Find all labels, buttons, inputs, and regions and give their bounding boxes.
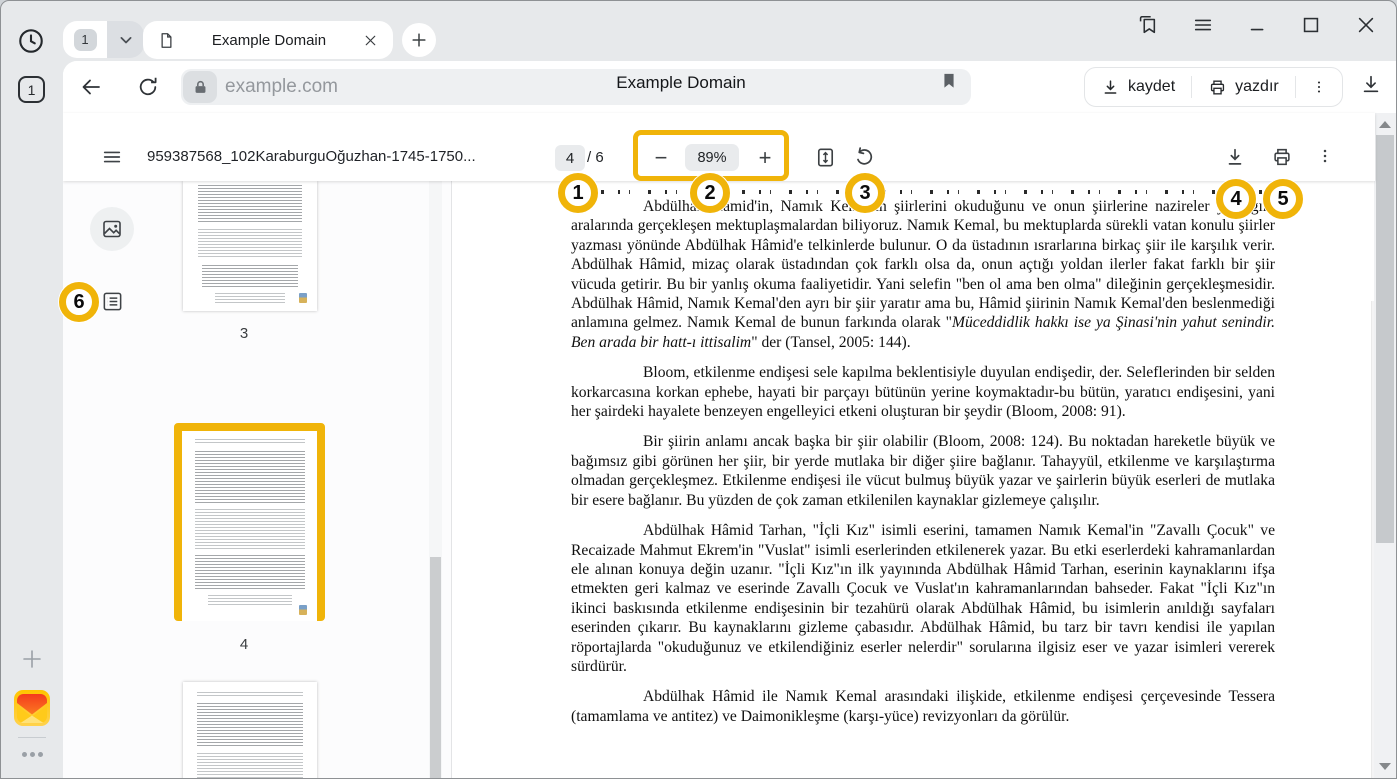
clipped-text-line [571,184,1275,195]
tab-group-expander[interactable] [107,21,144,58]
thumbnail-page-3[interactable] [183,181,317,311]
sidebar-badge: 1 [28,82,36,98]
thumbnail-3-label: 3 [229,325,259,342]
tab-title: Example Domain [176,32,362,49]
chevron-down-icon [116,30,136,50]
thumbnail-page-5[interactable] [183,682,317,778]
yandex-mail-icon[interactable] [14,690,50,726]
sidebar-add-icon[interactable] [20,647,44,671]
close-tab-icon[interactable] [362,32,379,49]
scroll-up-icon[interactable] [1379,121,1391,128]
tab-group[interactable]: 1 [63,21,144,58]
pdf-thumbnails-panel: 3 4 [63,181,452,778]
paragraph-5: Abdülhak Hâmid ile Namık Kemal arasındak… [571,687,1275,726]
printer-icon [1208,78,1227,97]
paragraph-4: Abdülhak Hâmid Tarhan, "İçli Kız" isimli… [571,521,1275,676]
collections-icon[interactable] [1136,14,1158,36]
annotation-circle-5: 5 [1263,179,1303,219]
annotation-label: 4 [1230,188,1241,211]
sidebar-tab-counter[interactable]: 1 [18,76,45,103]
tab-group-counter[interactable]: 1 [63,21,107,58]
pdf-menu-icon[interactable] [101,146,125,170]
history-clock-icon[interactable] [17,27,45,55]
pdf-current-page[interactable]: 4 [555,145,585,171]
browser-scrollbar[interactable] [1374,113,1396,778]
lock-icon[interactable] [183,71,217,103]
menu-icon[interactable] [1192,14,1214,36]
plus-icon [409,30,429,50]
paragraph-1-citation: " der (Tansel, 2005: 144). [751,334,910,351]
pdf-kebab-icon[interactable] [1315,146,1339,170]
pdf-total-pages: / 6 [587,149,604,166]
annotation-circle-3: 3 [845,173,885,213]
annotation-box-thumbnail-4[interactable] [174,423,325,621]
pdf-download-icon[interactable] [1224,146,1248,170]
annotation-circle-6: 6 [59,282,99,322]
page-title: Example Domain [481,73,881,93]
outline-list-icon [101,290,124,313]
sidebar-more-icon[interactable] [20,752,44,757]
annotation-circle-1: 1 [558,173,598,213]
save-button[interactable]: kaydet [1085,68,1191,106]
back-icon[interactable] [79,75,103,99]
actions-kebab-icon[interactable] [1296,68,1342,106]
maximize-icon[interactable] [1300,14,1322,36]
annotation-circle-2: 2 [690,173,730,213]
outline-view-button[interactable] [101,290,124,313]
annotation-label: 6 [73,291,84,314]
tab-group-badge: 1 [74,29,97,51]
fit-page-icon[interactable] [814,146,838,170]
page-actions-panel: kaydet yazdır [1084,67,1343,107]
annotation-label: 5 [1277,188,1288,211]
browser-toolbar: example.com Example Domain kaydet yazdır [63,61,1396,114]
sidebar-divider [18,737,46,738]
annotation-label: 2 [704,182,715,205]
annotation-label: 3 [859,182,870,205]
scroll-down-icon[interactable] [1379,763,1391,770]
close-window-icon[interactable] [1355,14,1377,36]
print-button[interactable]: yazdır [1192,68,1295,106]
minimize-icon[interactable] [1247,14,1269,36]
paragraph-1: Abdülhak Hâmid'in, Namık Kemal'ın şiirle… [571,197,1275,352]
paragraph-3: Bir şiirin anlamı ancak başka bir şiir o… [571,432,1275,510]
browser-scrollbar-thumb[interactable] [1376,135,1394,543]
image-icon [100,217,124,241]
print-label: yazdır [1235,78,1279,96]
downloads-icon[interactable] [1360,73,1382,95]
thumbnails-scrollbar[interactable] [429,181,442,778]
document-text: Abdülhak Hâmid'in, Namık Kemal'ın şiirle… [571,197,1275,737]
browser-window: 1 Example Domain 1 [0,0,1397,779]
annotation-circle-4: 4 [1216,179,1256,219]
document-icon [157,31,176,50]
paragraph-1-text: Abdülhak Hâmid'in, Namık Kemal'ın şiirle… [571,198,1275,331]
bookmark-icon[interactable] [939,71,959,91]
pdf-page: Abdülhak Hâmid'in, Namık Kemal'ın şiirle… [452,181,1396,778]
new-tab-button[interactable] [402,23,436,57]
tab-example-domain[interactable]: Example Domain [143,21,393,59]
paragraph-2: Bloom, etkilenme endişesi sele kapılma b… [571,363,1275,421]
pdf-filename: 959387568_102KaraburguOğuzhan-1745-1750.… [147,148,539,165]
url-text: example.com [225,76,338,98]
download-icon [1101,78,1120,97]
thumbnail-page-4[interactable] [182,439,317,621]
pdf-print-icon[interactable] [1271,146,1295,170]
thumbnails-scrollbar-thumb[interactable] [430,557,441,778]
thumbnail-4-label: 4 [229,636,259,653]
rotate-icon[interactable] [853,146,877,170]
save-label: kaydet [1128,78,1175,96]
annotation-label: 1 [572,182,583,205]
thumbnails-view-button[interactable] [90,207,134,251]
reload-icon[interactable] [136,75,160,99]
